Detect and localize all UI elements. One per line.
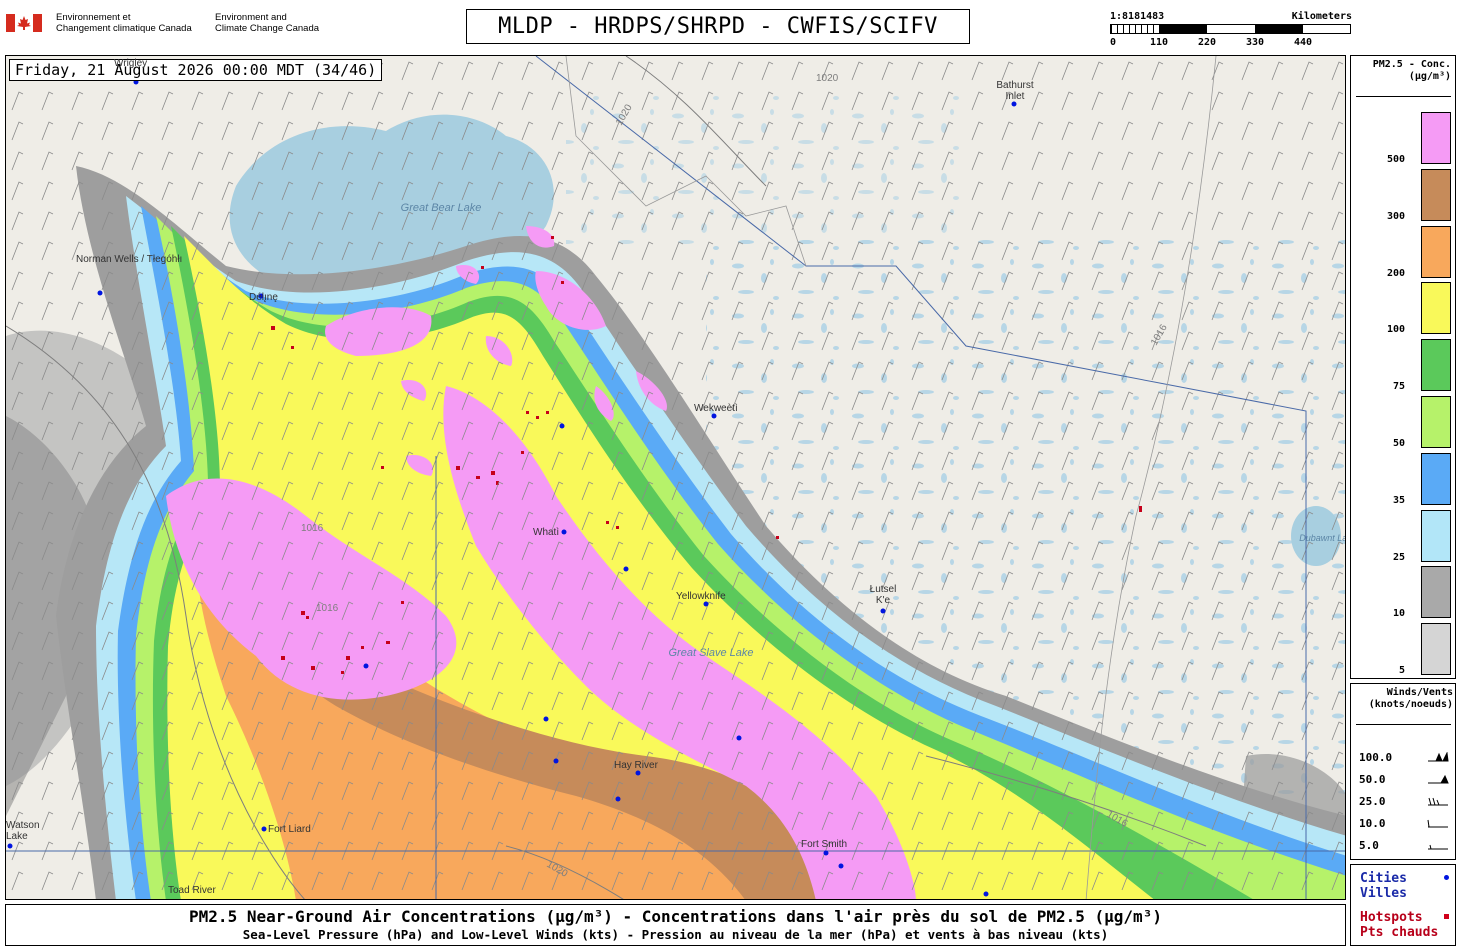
legend-swatch xyxy=(1421,509,1451,562)
city-label: Watson Lake xyxy=(6,820,40,842)
legend-swatch xyxy=(1421,339,1451,392)
scale-tick: 0 xyxy=(1110,37,1117,48)
product-title: MLDP - HRDPS/SHRPD - CWFIS/SCIFV xyxy=(466,9,970,44)
legend-bin-label: 5 xyxy=(1398,665,1405,677)
legend-bin-label: 100 xyxy=(1386,324,1405,336)
scale-bar-graphic xyxy=(1110,24,1351,34)
city-label: Łutsel K'e xyxy=(869,584,897,606)
hotspots-key-en: Hotspots xyxy=(1360,910,1423,925)
legend-swatch xyxy=(1421,396,1451,448)
hotspot-square-icon xyxy=(1444,914,1449,919)
wind-barb-icon xyxy=(1428,844,1448,850)
legend-swatch xyxy=(1421,225,1451,278)
city-label: Wrigley xyxy=(114,58,148,69)
legend-bin-label: 25 xyxy=(1392,551,1405,563)
legend-bin-label: 50 xyxy=(1392,438,1405,449)
city-label: Fort Liard xyxy=(268,824,311,835)
city-label: Fort Smith xyxy=(801,839,848,850)
legend-bin-label: 500 xyxy=(1386,154,1405,165)
caption-line2: Sea-Level Pressure (hPa) and Low-Level W… xyxy=(242,927,1109,942)
wind-row: 50.0 xyxy=(1359,773,1451,787)
wind-speed-label: 25.0 xyxy=(1359,795,1386,808)
wind-row: 10.0 xyxy=(1359,817,1451,831)
wind-barb-icon xyxy=(1428,752,1449,762)
concentration-legend: PM2.5 - Conc. (µg/m³) 500 300 200 100 75 50 35… xyxy=(1350,55,1456,679)
wind-title-line1: Winds/Vents xyxy=(1386,687,1453,698)
wind-legend-title: Winds/Vents (knots/noeuds) xyxy=(1353,687,1453,711)
city-label: Wekweètì xyxy=(694,403,738,414)
scale-tick: 220 xyxy=(1198,37,1217,48)
legend-bin-label: 10 xyxy=(1392,608,1405,620)
legend-divider xyxy=(1356,96,1451,97)
lake-label: Great Slave Lake xyxy=(669,647,754,659)
city-dot-icon xyxy=(1444,875,1449,880)
legend-swatch xyxy=(1421,112,1451,164)
legend-bin-label: 300 xyxy=(1386,210,1405,222)
caption-line1: PM2.5 Near-Ground Air Concentrations (µg… xyxy=(189,907,1162,926)
org-name-fr: Environnement et Changement climatique C… xyxy=(56,12,192,35)
isobar-label: 1016 xyxy=(316,603,339,614)
legend-bin-label: 200 xyxy=(1386,267,1405,279)
legend-swatch xyxy=(1421,566,1451,619)
wind-title-line2: (knots/noeuds) xyxy=(1368,699,1453,710)
lake-label: Dubawnt Lake xyxy=(1299,533,1346,543)
org-en-line2: Climate Change Canada xyxy=(215,22,320,34)
scale-bar: 1:8181483 Kilometers 0 110 220 330 440 xyxy=(1108,10,1352,50)
legend-swatch xyxy=(1421,168,1451,221)
wind-row: 100.0 xyxy=(1359,751,1451,765)
city-label: Bathurst Inlet xyxy=(996,80,1034,102)
wind-legend: Winds/Vents (knots/noeuds) 100.0 50.0 25… xyxy=(1350,683,1456,860)
wind-barb-icon xyxy=(1428,797,1448,806)
header: Environnement et Changement climatique C… xyxy=(0,0,1460,54)
legend-swatch xyxy=(1421,452,1451,505)
scale-ratio: 1:8181483 xyxy=(1110,11,1165,22)
cities-key: Cities Villes xyxy=(1360,871,1407,901)
wind-speed-label: 50.0 xyxy=(1359,773,1386,786)
city-label: Whatì xyxy=(533,527,560,538)
wind-legend-divider xyxy=(1356,724,1451,725)
wind-barb-icon xyxy=(1428,774,1449,784)
forecast-timestamp: Friday, 21 August 2026 00:00 MDT (34/46) xyxy=(9,59,383,81)
wind-row: 25.0 xyxy=(1359,795,1451,809)
cities-key-en: Cities xyxy=(1360,871,1407,886)
scale-tick: 330 xyxy=(1246,37,1265,48)
wind-barb-icon xyxy=(1427,819,1448,828)
legend-bin-label: 35 xyxy=(1392,494,1405,506)
lake-label: Great Bear Lake xyxy=(401,202,482,214)
org-name-en: Environment and Climate Change Canada xyxy=(215,12,320,35)
scale-tick: 110 xyxy=(1150,37,1169,48)
scale-tick: 440 xyxy=(1294,37,1313,48)
isobar-label: 1016 xyxy=(301,523,324,534)
canada-flag-icon xyxy=(6,14,42,32)
hotspots-key-fr: Pts chauds xyxy=(1360,925,1439,940)
wind-barbs-layer xyxy=(6,56,1345,899)
city-label: Hay River xyxy=(614,760,658,771)
wind-speed-label: 5.0 xyxy=(1359,839,1379,852)
dispersion-map[interactable]: 1020 1020 1016 1016 1016 1016 1020 Great… xyxy=(5,55,1346,900)
wind-speed-label: 10.0 xyxy=(1359,817,1386,830)
city-label: Délı̨nę xyxy=(249,292,278,303)
map-canvas: 1020 1020 1016 1016 1016 1016 1020 Great… xyxy=(6,56,1346,899)
city-label: Norman Wells / Tłegóhłı xyxy=(76,254,183,265)
legend-title-line1: PM2.5 - Conc. xyxy=(1372,59,1451,70)
legend-bin-label: 75 xyxy=(1392,381,1405,393)
isobar-label: 1020 xyxy=(816,73,839,84)
symbol-key: Cities Villes Hotspots Pts chauds xyxy=(1350,864,1456,946)
wind-row: 5.0 xyxy=(1359,839,1451,853)
city-label: Yellowknife xyxy=(676,591,726,602)
wind-speed-label: 100.0 xyxy=(1359,751,1393,764)
org-fr-line2: Changement climatique Canada xyxy=(56,22,192,34)
legend-title-line2: (µg/m³) xyxy=(1408,71,1451,82)
hotspots-key: Hotspots Pts chauds xyxy=(1360,910,1438,940)
legend-swatch xyxy=(1421,282,1451,335)
map-caption: PM2.5 Near-Ground Air Concentrations (µg… xyxy=(5,904,1346,946)
scale-units: Kilometers xyxy=(1291,11,1352,22)
legend-swatch xyxy=(1421,623,1451,676)
legend-title: PM2.5 - Conc. (µg/m³) xyxy=(1355,59,1451,83)
cities-key-fr: Villes xyxy=(1360,886,1407,901)
city-label: Toad River xyxy=(168,885,216,896)
